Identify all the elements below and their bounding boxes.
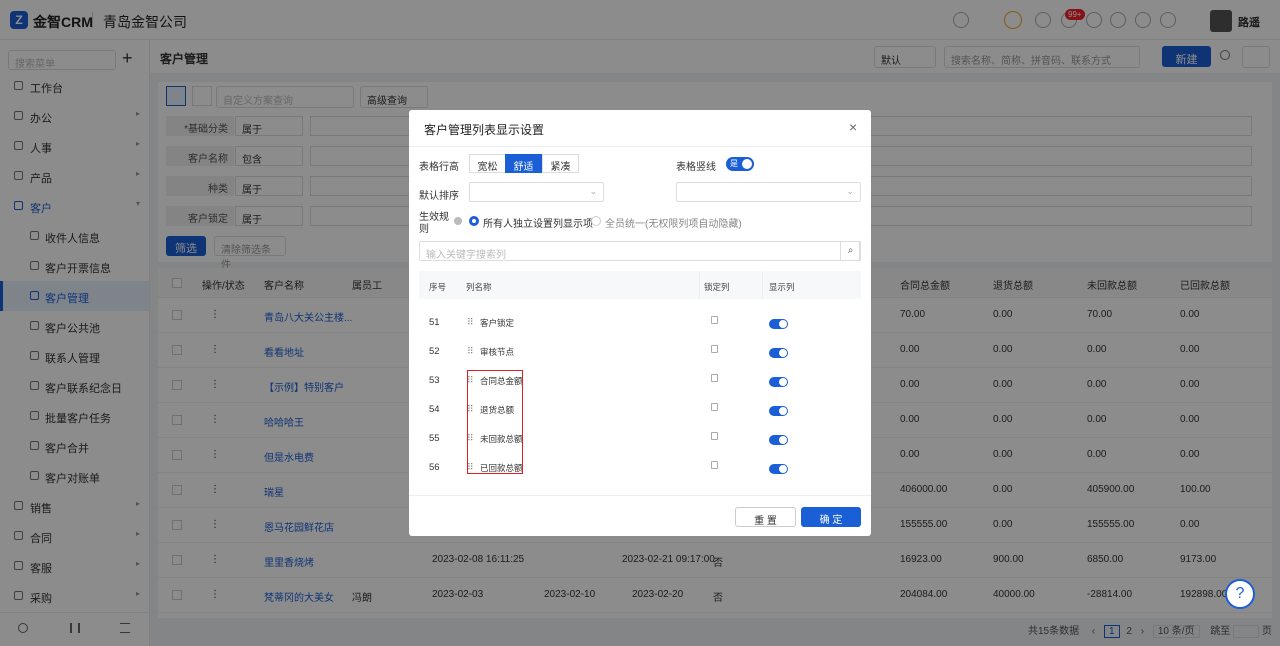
row-number: 52 <box>429 346 440 357</box>
row-number: 55 <box>429 433 440 444</box>
column-search-input[interactable]: 输入关键字搜索列 <box>419 241 860 261</box>
column-header: 显示列 <box>769 282 795 292</box>
column-table-header: 序号 列名称 锁定列 显示列 <box>419 271 861 299</box>
row-height-comfort[interactable]: 舒适 <box>505 154 542 173</box>
drag-handle-icon[interactable]: ⠿ <box>467 346 474 357</box>
divider <box>409 146 871 147</box>
row-height-compact[interactable]: 紧凑 <box>542 154 579 173</box>
rule-label-line: 生效规 <box>419 212 449 223</box>
confirm-button[interactable]: 确 定 <box>801 507 861 527</box>
chevron-down-icon: ⌄ <box>589 186 597 196</box>
lock-icon[interactable] <box>711 374 718 382</box>
lock-icon[interactable] <box>711 316 718 324</box>
show-toggle[interactable] <box>769 377 788 387</box>
help-button[interactable]: ? <box>1225 579 1255 609</box>
rule-label-line: 则 <box>419 224 429 235</box>
highlight-box <box>467 370 523 474</box>
column-header: 锁定列 <box>704 282 730 292</box>
sort-order-select[interactable]: ⌄ <box>676 182 861 202</box>
vline-toggle[interactable]: 是 <box>726 157 754 171</box>
chevron-down-icon: ⌄ <box>846 186 854 196</box>
row-number: 56 <box>429 462 440 473</box>
row-number: 51 <box>429 317 440 328</box>
search-icon[interactable]: ⌕ <box>840 241 861 261</box>
row-number: 53 <box>429 375 440 386</box>
show-toggle[interactable] <box>769 348 788 358</box>
show-toggle[interactable] <box>769 319 788 329</box>
sort-field-select[interactable]: ⌄ <box>469 182 604 202</box>
column-name: 审核节点 <box>480 347 515 357</box>
reset-button[interactable]: 重 置 <box>735 507 796 527</box>
rule-label: 生效规则 <box>419 212 449 236</box>
lock-icon[interactable] <box>711 403 718 411</box>
lock-icon[interactable] <box>711 432 718 440</box>
rule-option-unified[interactable]: 全员统一(无权限列项自动隐藏) <box>605 215 742 230</box>
divider <box>762 271 763 299</box>
show-toggle[interactable] <box>769 435 788 445</box>
column-row[interactable]: 51 ⠿ 客户锁定 <box>419 309 861 338</box>
divider <box>409 495 871 496</box>
show-toggle[interactable] <box>769 406 788 416</box>
lock-icon[interactable] <box>711 461 718 469</box>
info-icon[interactable] <box>454 217 462 225</box>
row-number: 54 <box>429 404 440 415</box>
sort-label: 默认排序 <box>419 191 459 202</box>
lock-icon[interactable] <box>711 345 718 353</box>
vline-label: 表格竖线 <box>676 162 716 173</box>
close-icon[interactable]: × <box>849 119 857 135</box>
column-row[interactable]: 52 ⠿ 审核节点 <box>419 338 861 367</box>
row-height-label: 表格行高 <box>419 162 459 173</box>
column-header: 列名称 <box>466 282 492 292</box>
show-toggle[interactable] <box>769 464 788 474</box>
column-header: 序号 <box>429 282 447 292</box>
rule-radio-individual[interactable] <box>469 216 479 226</box>
drag-handle-icon[interactable]: ⠿ <box>467 317 474 328</box>
column-name: 客户锁定 <box>480 318 515 328</box>
rule-option-individual[interactable]: 所有人独立设置列显示项 <box>483 215 593 230</box>
rule-radio-unified[interactable] <box>591 216 601 226</box>
toggle-text: 是 <box>730 159 738 168</box>
dialog-title: 客户管理列表显示设置 <box>424 123 545 137</box>
divider <box>699 271 700 299</box>
row-height-loose[interactable]: 宽松 <box>469 154 506 173</box>
